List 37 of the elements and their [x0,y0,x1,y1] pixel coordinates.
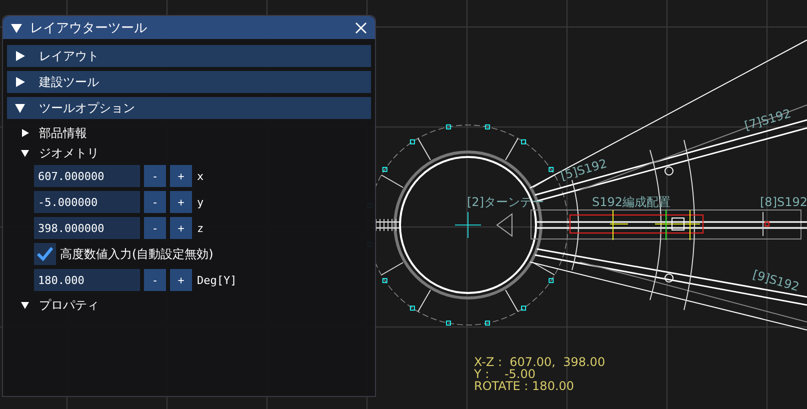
tree-node[interactable]: 部品情報 [7,123,371,143]
field-label: x [197,170,204,182]
collapse-icon[interactable] [11,22,22,32]
field-label: y [197,196,204,208]
increment-button[interactable]: + [170,165,192,187]
expanded-icon [21,301,29,309]
decrement-button[interactable]: - [144,165,166,187]
collapsed-icon [15,51,25,61]
increment-button[interactable]: + [170,269,192,291]
decrement-button[interactable]: - [144,191,166,213]
tree-node[interactable]: プロパティ [7,295,371,315]
checkbox[interactable] [34,243,56,265]
coordinate-readout: Y : -5.00 [474,368,536,380]
collapsed-icon [21,129,29,137]
number-field[interactable]: -5.000000 [34,191,140,213]
collapsed-icon [15,77,25,87]
decrement-button[interactable]: - [144,217,166,239]
field-label: Deg[Y] [197,274,237,286]
section-header[interactable]: ツールオプション [7,97,371,119]
increment-button[interactable]: + [170,191,192,213]
expanded-icon [21,149,29,157]
section-header[interactable]: レイアウト [7,45,371,67]
decrement-button[interactable]: - [144,269,166,291]
track-label: [8]S192 [760,195,807,209]
coordinate-readout: ROTATE : 180.00 [474,380,576,392]
number-field[interactable]: 398.000000 [34,217,140,239]
checkbox-label: 高度数値入力(自動設定無効) [60,246,214,262]
expanded-icon [15,103,25,113]
increment-button[interactable]: + [170,217,192,239]
close-icon[interactable] [355,22,367,34]
coordinate-readout: X-Z : 607.00, 398.00 [474,356,606,368]
window-title: レイアウターツール [30,20,148,36]
section-header[interactable]: 建設ツール [7,71,371,93]
field-label: z [197,222,204,234]
number-field[interactable]: 180.000 [34,269,140,291]
number-field[interactable]: 607.000000 [34,165,140,187]
tree-node[interactable]: ジオメトリ [7,143,371,163]
